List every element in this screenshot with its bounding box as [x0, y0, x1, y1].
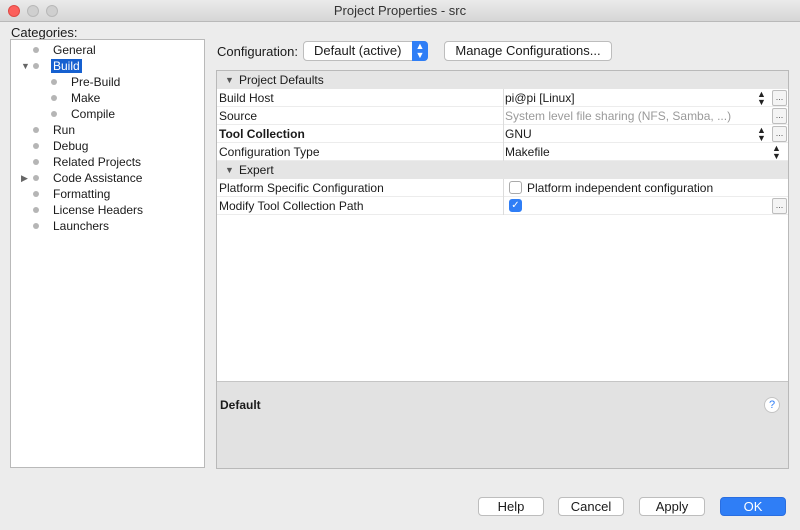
expand-triangle-icon[interactable]: ▶: [21, 170, 31, 186]
column-divider: [503, 89, 504, 107]
column-divider: [503, 143, 504, 161]
property-name: Source: [219, 109, 258, 123]
tree-item-code-assistance[interactable]: ▶ Code Assistance: [21, 170, 144, 186]
bullet-icon: [51, 95, 57, 101]
bullet-icon: [33, 175, 39, 181]
property-name: Configuration Type: [219, 145, 320, 159]
manage-configurations-button[interactable]: Manage Configurations...: [444, 41, 612, 61]
section-title: Project Defaults: [239, 73, 324, 87]
column-divider: [503, 125, 504, 143]
property-row-source[interactable]: Source System level file sharing (NFS, S…: [217, 107, 788, 125]
tree-item-label: License Headers: [53, 203, 144, 217]
property-row-modify-tool-path[interactable]: Modify Tool Collection Path ✓ ...: [217, 197, 788, 215]
section-expert[interactable]: ▼ Expert: [217, 161, 788, 179]
tree-item-build[interactable]: ▼ Build: [21, 58, 82, 74]
tree-item-make[interactable]: Make: [51, 90, 102, 106]
bullet-icon: [33, 159, 39, 165]
tree-item-debug[interactable]: Debug: [33, 138, 90, 154]
tree-item-general[interactable]: General: [33, 42, 98, 58]
bullet-icon: [51, 111, 57, 117]
apply-button[interactable]: Apply: [639, 497, 705, 516]
property-value[interactable]: Makefile: [505, 143, 771, 161]
updown-arrows-icon[interactable]: ▲ ▼: [772, 143, 781, 161]
tree-item-label: Pre-Build: [71, 75, 121, 89]
tree-item-label: Related Projects: [53, 155, 142, 169]
collapse-triangle-icon[interactable]: ▼: [225, 71, 234, 89]
tree-item-formatting[interactable]: Formatting: [33, 186, 112, 202]
tree-item-label: Formatting: [53, 187, 111, 201]
updown-arrows-icon[interactable]: ▲ ▼: [757, 89, 766, 107]
property-name: Platform Specific Configuration: [219, 181, 384, 195]
property-row-platform-specific[interactable]: Platform Specific Configuration Platform…: [217, 179, 788, 197]
property-value: System level file sharing (NFS, Samba, .…: [505, 109, 732, 123]
configuration-label: Configuration:: [217, 44, 298, 59]
property-row-build-host[interactable]: Build Host pi@pi [Linux] ▲ ▼ ...: [217, 89, 788, 107]
expand-triangle-icon[interactable]: ▼: [21, 58, 31, 74]
tree-item-label: Debug: [53, 139, 89, 153]
property-row-tool-collection[interactable]: Tool Collection GNU ▲ ▼ ...: [217, 125, 788, 143]
tree-item-compile[interactable]: Compile: [51, 106, 117, 122]
bullet-icon: [33, 47, 39, 53]
properties-sheet: ▼ Project Defaults Build Host pi@pi [Lin…: [216, 70, 789, 469]
edit-ellipsis-button[interactable]: ...: [772, 198, 787, 214]
edit-ellipsis-button[interactable]: ...: [772, 90, 787, 106]
property-name: Tool Collection: [219, 127, 305, 141]
tree-item-label: General: [53, 43, 96, 57]
bullet-icon: [33, 143, 39, 149]
tree-item-run[interactable]: Run: [33, 122, 77, 138]
updown-arrows-icon[interactable]: ▲ ▼: [757, 125, 766, 143]
tree-item-launchers[interactable]: Launchers: [33, 218, 111, 234]
ok-button[interactable]: OK: [720, 497, 786, 516]
platform-independent-checkbox[interactable]: [509, 181, 522, 194]
title-bar: Project Properties - src: [0, 0, 800, 22]
description-title: Default: [220, 398, 261, 412]
tree-item-pre-build[interactable]: Pre-Build: [51, 74, 122, 90]
description-pane: Default ?: [217, 381, 788, 468]
tree-item-label: Compile: [71, 107, 116, 121]
bullet-icon: [33, 207, 39, 213]
configuration-select[interactable]: Default (active) ▲ ▼: [303, 41, 428, 61]
property-value[interactable]: pi@pi [Linux]: [505, 89, 771, 107]
bullet-icon: [33, 191, 39, 197]
tree-item-license-headers[interactable]: License Headers: [33, 202, 145, 218]
tree-item-label: Code Assistance: [53, 171, 143, 185]
property-name: Build Host: [219, 91, 274, 105]
window-title: Project Properties - src: [333, 3, 467, 18]
column-divider: [503, 107, 504, 125]
section-project-defaults[interactable]: ▼ Project Defaults: [217, 71, 788, 89]
property-name: Modify Tool Collection Path: [219, 199, 364, 213]
tree-item-label: Launchers: [53, 219, 110, 233]
edit-ellipsis-button[interactable]: ...: [772, 108, 787, 124]
bullet-icon: [51, 79, 57, 85]
section-title: Expert: [239, 163, 274, 177]
column-divider: [503, 179, 504, 197]
categories-label: Categories:: [11, 25, 78, 40]
edit-ellipsis-button[interactable]: ...: [772, 126, 787, 142]
property-value: Platform independent configuration: [527, 181, 714, 195]
bullet-icon: [33, 63, 39, 69]
help-button[interactable]: Help: [478, 497, 544, 516]
help-icon[interactable]: ?: [764, 397, 780, 413]
bullet-icon: [33, 127, 39, 133]
tree-item-label: Build: [51, 59, 82, 73]
categories-tree: General ▼ Build Pre-Build Make Compile R…: [10, 39, 205, 468]
modify-tool-path-checkbox[interactable]: ✓: [509, 199, 522, 212]
column-divider: [503, 197, 504, 215]
collapse-triangle-icon[interactable]: ▼: [225, 161, 234, 179]
tree-item-label: Make: [71, 91, 101, 105]
tree-item-related-projects[interactable]: Related Projects: [33, 154, 143, 170]
cancel-button[interactable]: Cancel: [558, 497, 624, 516]
select-stepper-icon[interactable]: ▲ ▼: [412, 41, 428, 61]
property-value[interactable]: GNU: [505, 125, 771, 143]
property-row-configuration-type[interactable]: Configuration Type Makefile ▲ ▼: [217, 143, 788, 161]
bullet-icon: [33, 223, 39, 229]
configuration-selected-value: Default (active): [314, 43, 402, 58]
tree-item-label: Run: [53, 123, 76, 137]
